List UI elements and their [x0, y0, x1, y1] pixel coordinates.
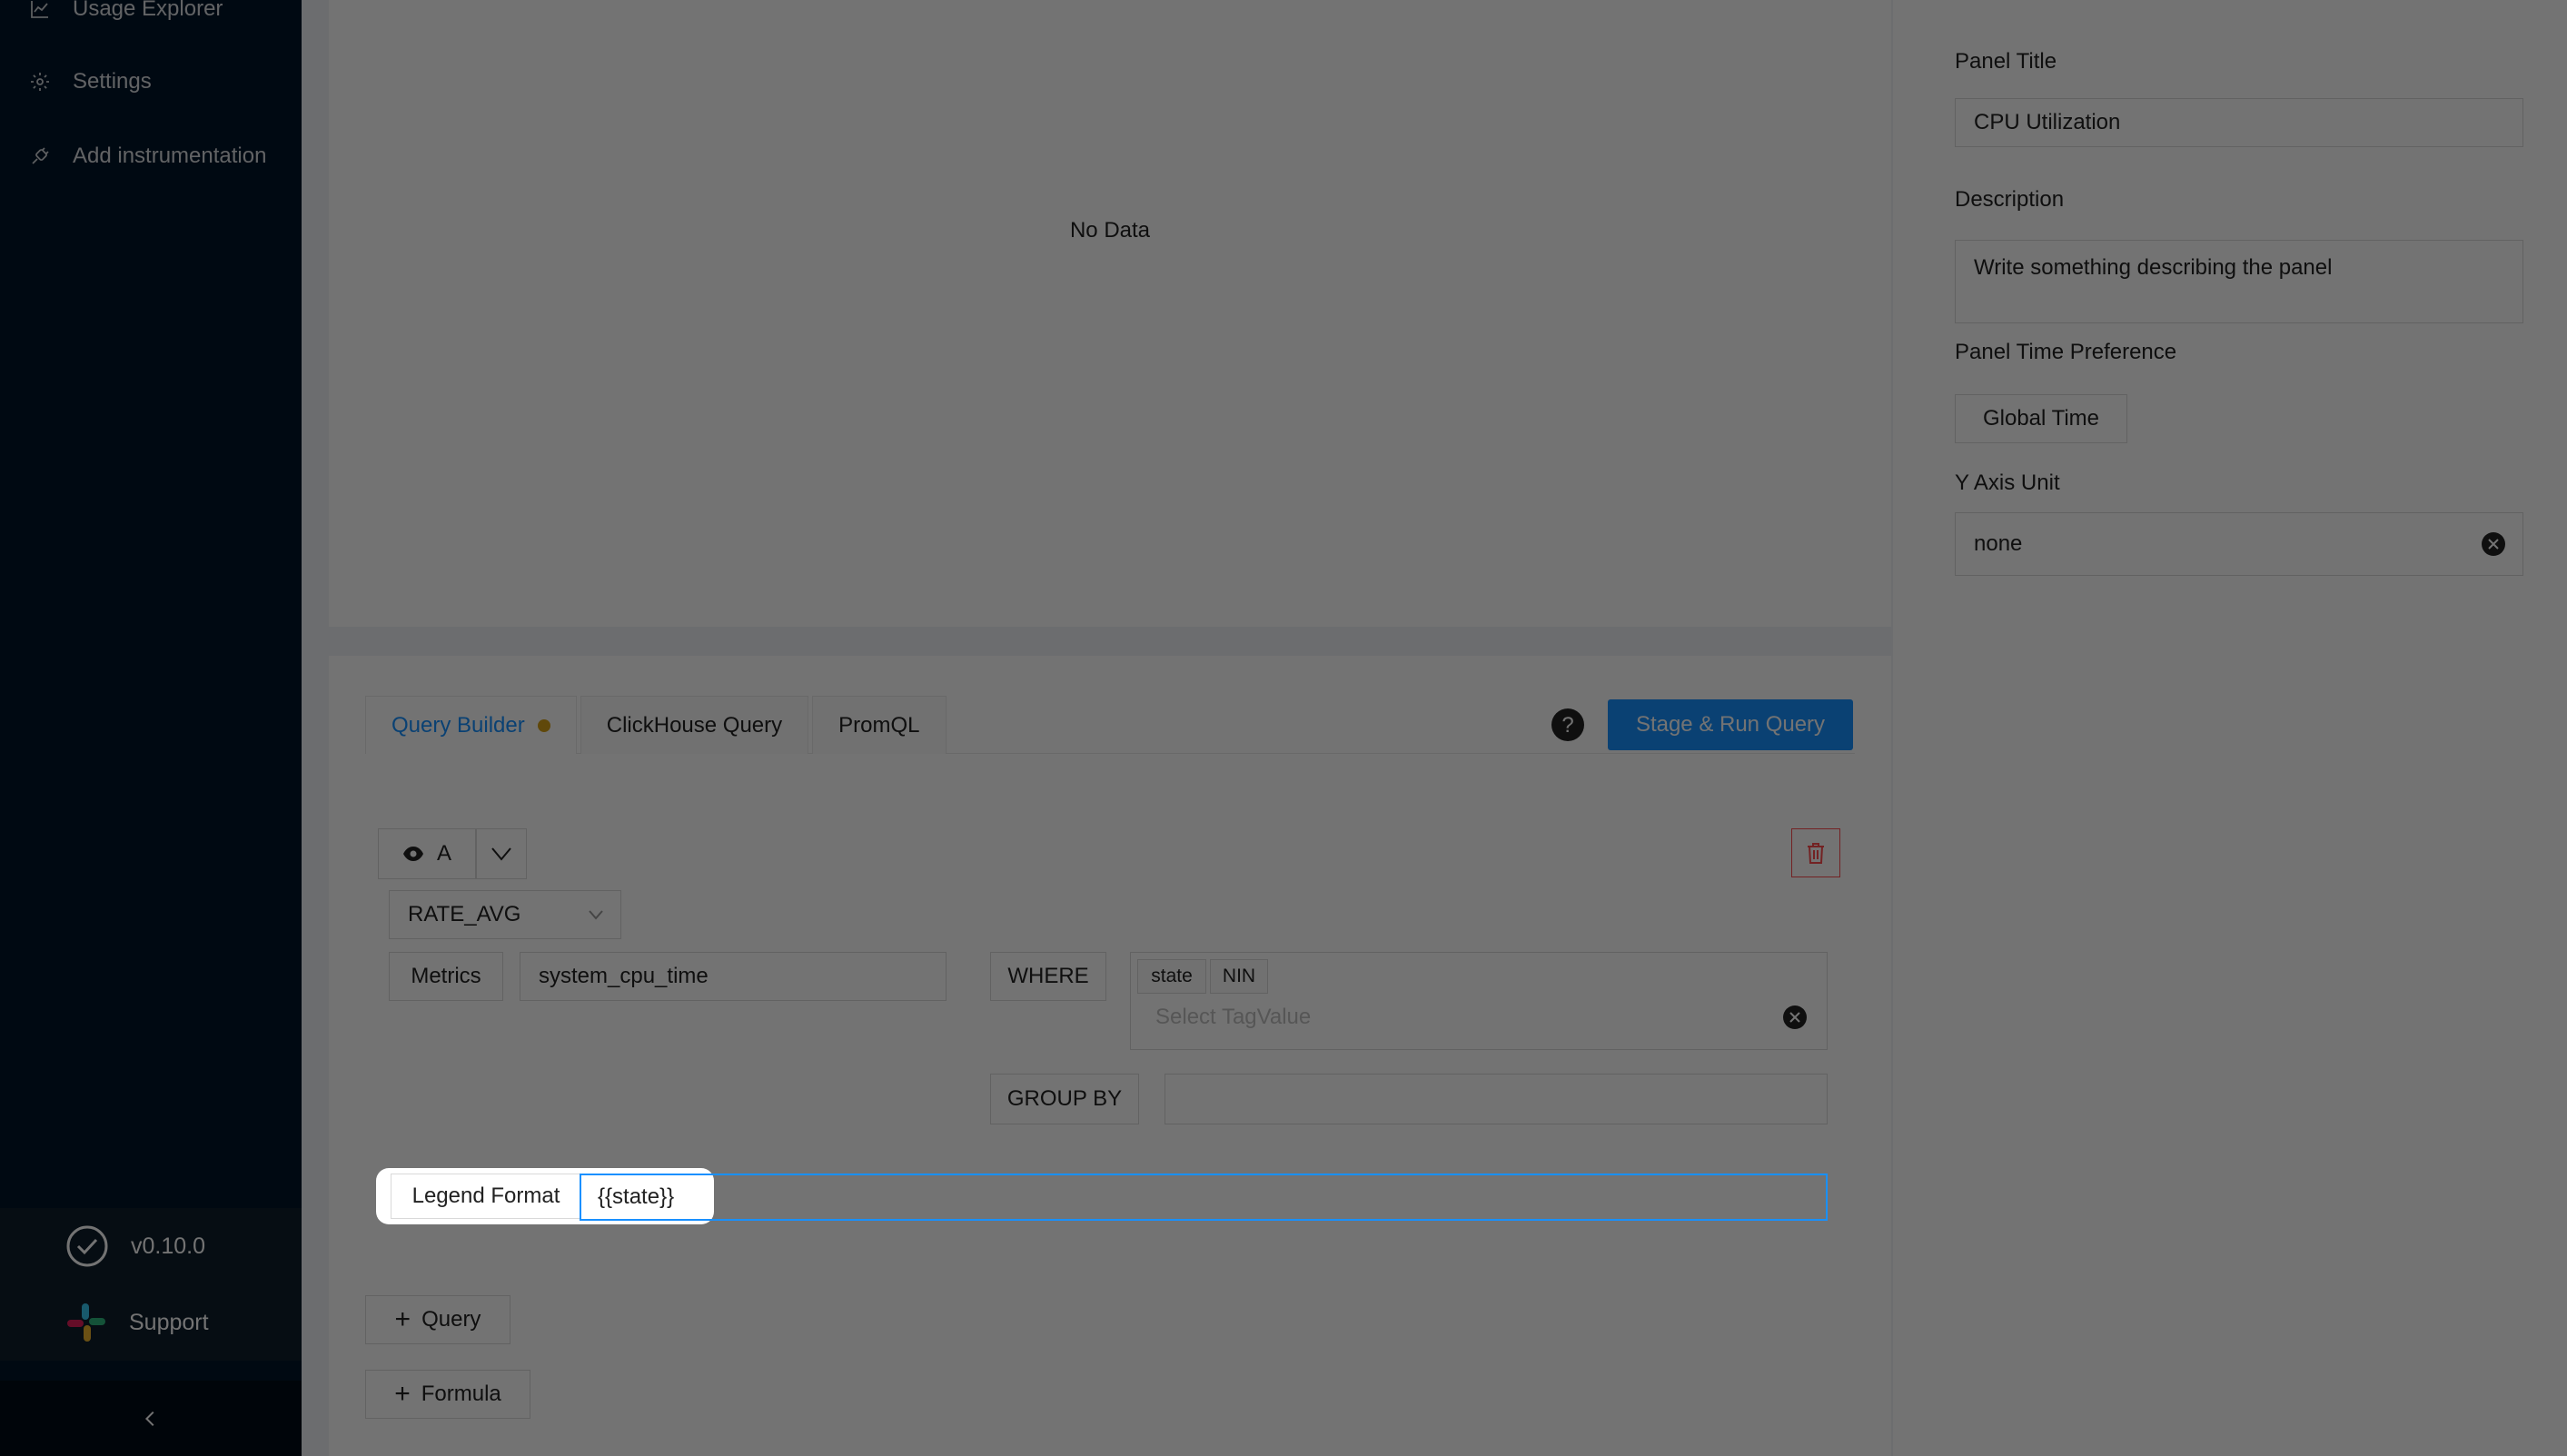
tab-clickhouse-query[interactable]: ClickHouse Query [580, 696, 809, 754]
tab-label: PromQL [838, 712, 920, 738]
metric-name-input[interactable]: system_cpu_time [520, 952, 947, 1001]
tab-query-builder[interactable]: Query Builder [365, 696, 577, 754]
gear-icon [31, 73, 49, 91]
tab-promql[interactable]: PromQL [812, 696, 947, 754]
time-preference-button[interactable]: Global Time [1955, 394, 2127, 443]
sidebar-item-add-instrumentation[interactable]: Add instrumentation [29, 144, 266, 169]
legend-format-input[interactable]: {{state}} [580, 1174, 1828, 1221]
time-preference-value: Global Time [1982, 406, 2100, 431]
legend-format-label: Legend Format [391, 1174, 581, 1219]
svg-text:?: ? [1561, 713, 1573, 738]
check-circle-icon [66, 1225, 108, 1267]
sidebar-item-usage-explorer[interactable]: Usage Explorer [29, 0, 223, 22]
plus-icon: + [394, 1304, 411, 1334]
query-expand-button[interactable] [476, 828, 527, 879]
sidebar-item-label: Usage Explorer [73, 0, 223, 21]
query-name: A [436, 841, 451, 866]
clear-icon[interactable] [2481, 531, 2506, 557]
y-axis-unit-value: none [1974, 531, 2023, 556]
panel-attributes: Panel Title CPU Utilization Description … [1893, 0, 2567, 1456]
query-toggle-button[interactable]: A [378, 828, 476, 879]
panel-title-label: Panel Title [1955, 49, 2057, 74]
query-panel: Query Builder ClickHouse Query PromQL [329, 656, 1891, 1456]
sidebar-collapse-button[interactable] [0, 1381, 302, 1456]
tab-label: Query Builder [391, 712, 525, 738]
plus-icon: + [394, 1379, 411, 1409]
line-chart-icon [31, 1, 48, 18]
y-axis-unit-select[interactable]: none [1955, 512, 2523, 576]
panel-title-input[interactable]: CPU Utilization [1955, 98, 2523, 147]
metrics-label: Metrics [389, 952, 503, 1001]
y-axis-unit-label: Y Axis Unit [1955, 470, 2060, 495]
where-label: WHERE [990, 952, 1106, 1001]
group-by-label: GROUP BY [990, 1074, 1139, 1124]
trash-icon [1808, 843, 1824, 864]
chevron-down-icon [589, 910, 603, 920]
add-query-label: Query [421, 1307, 481, 1332]
add-formula-label: Formula [421, 1382, 501, 1406]
description-label: Description [1955, 187, 2065, 212]
sidebar-item-label: Settings [73, 69, 152, 94]
aggregation-select[interactable]: RATE_AVG [389, 890, 621, 939]
add-formula-button[interactable]: + Formula [365, 1370, 530, 1419]
add-query-button[interactable]: + Query [365, 1295, 510, 1344]
filter-tag-operator[interactable]: NIN [1210, 959, 1268, 994]
api-icon [32, 147, 49, 164]
help-icon[interactable]: ? [1550, 707, 1586, 743]
chevron-down-icon [491, 847, 511, 861]
stage-run-query-button[interactable]: Stage & Run Query [1608, 699, 1853, 750]
clear-icon[interactable] [1782, 1005, 1808, 1030]
support-link[interactable]: Support [0, 1284, 302, 1361]
slack-icon [67, 1303, 105, 1342]
version-text: v0.10.0 [131, 1233, 206, 1259]
description-placeholder: Write something describing the panel [1974, 255, 2333, 280]
tag-value-input[interactable]: Select TagValue [1141, 999, 1777, 1035]
no-data-text: No Data [1069, 218, 1151, 243]
sidebar-item-settings[interactable]: Settings [29, 69, 152, 94]
chevron-left-icon [144, 1411, 154, 1426]
chart-panel: No Data [329, 0, 1891, 627]
eye-icon [402, 847, 423, 861]
support-label: Support [129, 1309, 209, 1335]
group-by-input[interactable] [1165, 1074, 1828, 1124]
delete-query-button[interactable] [1791, 828, 1840, 877]
filter-tag-key[interactable]: state [1137, 959, 1206, 994]
tab-label: ClickHouse Query [606, 712, 783, 738]
sidebar-item-label: Add instrumentation [73, 144, 267, 168]
unsaved-dot [537, 718, 550, 732]
version-badge: v0.10.0 [0, 1208, 302, 1284]
aggregation-value: RATE_AVG [408, 902, 521, 926]
description-textarea[interactable]: Write something describing the panel [1955, 240, 2523, 323]
sidebar: Usage Explorer Settings Add instrumentat… [0, 0, 302, 1456]
time-preference-label: Panel Time Preference [1955, 340, 2177, 364]
panel-title-value: CPU Utilization [1974, 110, 2121, 134]
legend-format-value: {{state}} [598, 1184, 675, 1209]
